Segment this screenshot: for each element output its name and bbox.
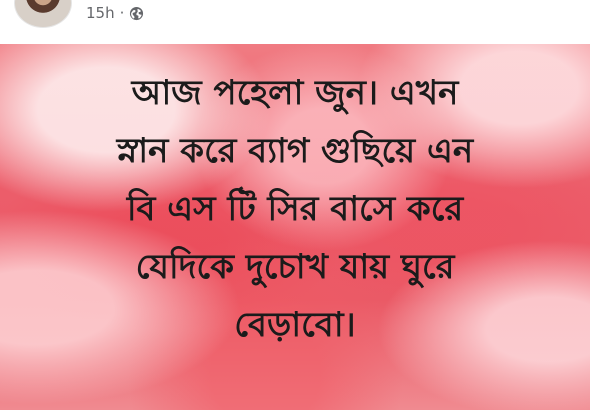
post-text-line: বেড়াবো।	[234, 305, 356, 345]
post-text: আজ পহেলা জুন। এখন স্নান করে ব্যাগ গুছিয়…	[0, 64, 590, 354]
post-timestamp[interactable]: 15h	[86, 4, 115, 22]
post-text-line: আজ পহেলা জুন। এখন	[131, 73, 459, 113]
post-meta: 15h ·	[86, 2, 144, 24]
post-text-line: স্নান করে ব্যাগ গুছিয়ে এন	[116, 131, 474, 171]
post-header: 15h ·	[0, 0, 590, 44]
globe-icon[interactable]	[129, 6, 144, 21]
meta-separator: ·	[119, 4, 125, 22]
post-text-line: বি এস টি সির বাসে করে	[126, 189, 464, 229]
avatar[interactable]	[14, 0, 72, 28]
post-text-line: যেদিকে দুচোখ যায় ঘুরে	[135, 247, 455, 287]
